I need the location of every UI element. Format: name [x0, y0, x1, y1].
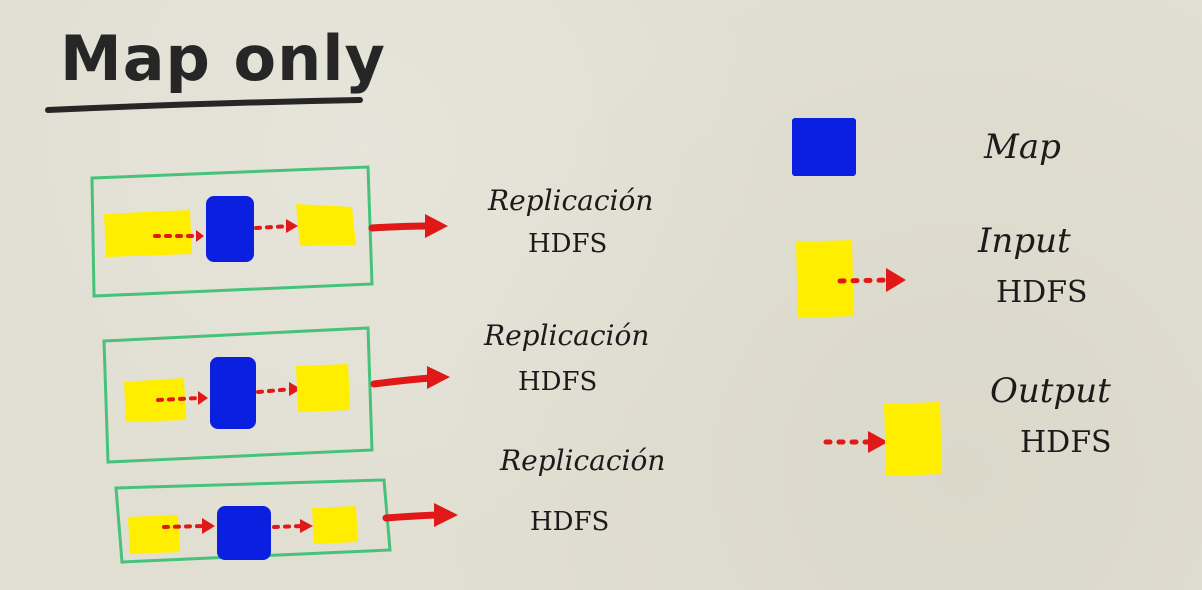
- row-2-map-block: [210, 357, 256, 429]
- row-3-replication-arrowhead: [434, 503, 458, 527]
- row-2-input-block: [124, 378, 186, 422]
- row-3-input-arrowhead: [202, 518, 215, 534]
- row-2: Replicación HDFS: [102, 319, 649, 464]
- row-2-replication-arrowhead: [427, 366, 450, 389]
- row-1-replication-arrowhead: [425, 214, 448, 238]
- row-1-map-block: [206, 196, 254, 262]
- diagram-canvas: Map only Replicación HDFS Replicación HD…: [0, 0, 1202, 590]
- title: Map only: [60, 22, 386, 95]
- legend: Map Input HDFS Output HDFS: [792, 118, 1112, 476]
- row-1-input-block: [104, 210, 192, 257]
- legend-output-swatch: [884, 402, 942, 476]
- legend-map-swatch: [792, 118, 856, 176]
- diagram-svg: Map only Replicación HDFS Replicación HD…: [45, 22, 1112, 564]
- row-3-output-arrow: [272, 524, 304, 529]
- row-2-label-line1: Replicación: [483, 319, 649, 352]
- title-underline: [45, 97, 363, 113]
- row-2-replication-arrow: [370, 374, 434, 388]
- row-3-output-block: [312, 506, 358, 544]
- legend-input-arrowhead: [886, 268, 906, 292]
- row-3-map-block: [217, 506, 271, 560]
- row-3-input-block: [128, 515, 180, 554]
- row-1-input-arrowhead: [196, 230, 204, 242]
- row-2-label-line2: HDFS: [518, 367, 597, 397]
- row-1-label-line2: HDFS: [528, 229, 607, 259]
- row-3-output-arrowhead: [300, 519, 313, 533]
- row-1-label-line1: Replicación: [487, 184, 653, 217]
- row-1-output-arrow: [254, 224, 292, 230]
- legend-input-label-line2: HDFS: [996, 275, 1088, 310]
- legend-output-label-line2: HDFS: [1020, 425, 1112, 460]
- row-1: Replicación HDFS: [90, 165, 653, 298]
- legend-map-label: Map: [983, 127, 1061, 167]
- legend-input-label-line1: Input: [977, 221, 1071, 261]
- row-1-output-block: [296, 204, 356, 246]
- legend-output-label-line1: Output: [990, 371, 1111, 411]
- row-3-label-line2: HDFS: [530, 507, 609, 537]
- row-1-output-arrowhead: [286, 219, 298, 233]
- row-1-replication-arrow: [368, 222, 432, 232]
- row-3: Replicación HDFS: [114, 444, 665, 564]
- row-2-output-block: [296, 364, 350, 412]
- row-3-replication-arrow: [382, 511, 440, 522]
- row-3-label-line1: Replicación: [499, 444, 665, 477]
- row-2-input-arrowhead: [198, 391, 208, 405]
- row-2-output-arrow: [256, 387, 294, 394]
